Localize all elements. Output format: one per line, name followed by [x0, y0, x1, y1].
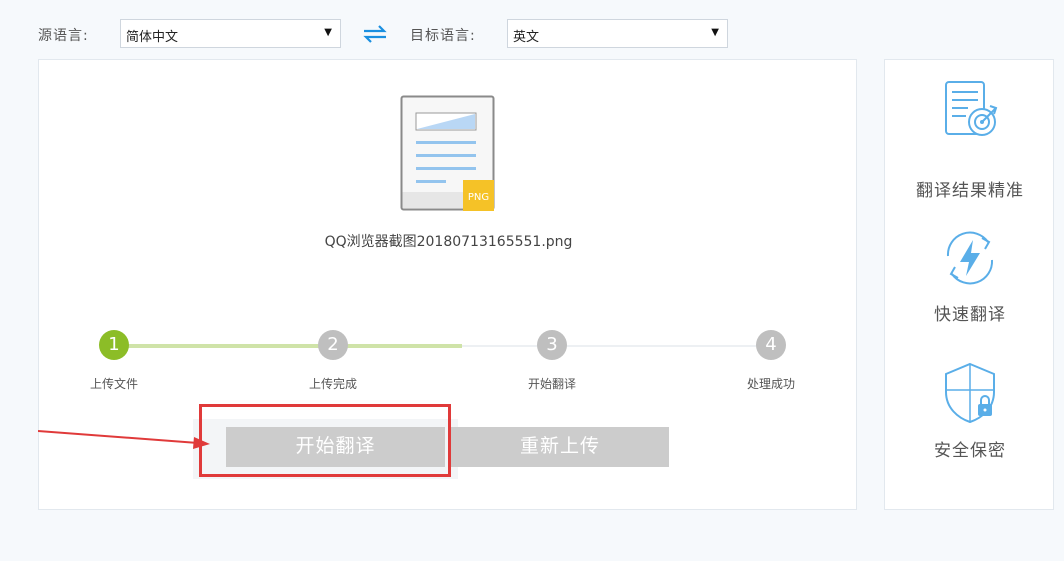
step-3-circle: 3 [537, 330, 567, 360]
feature-secure-label: 安全保密 [934, 441, 1006, 461]
feature-accurate: 翻译结果精准 [885, 78, 1055, 201]
step-4-circle: 4 [756, 330, 786, 360]
target-language-value: 英文 [513, 30, 540, 45]
step-1-circle: 1 [99, 330, 129, 360]
annotation-arrow-icon [38, 430, 210, 449]
png-file-icon: PNG [400, 95, 495, 211]
step-3-label: 开始翻译 [527, 377, 576, 391]
progress-steps: 1 上传文件 2 上传完成 3 开始翻译 4 处理成功 [39, 330, 858, 400]
source-language-select[interactable]: 简体中文 ▼ [120, 19, 341, 48]
swap-arrows-icon[interactable] [362, 24, 388, 44]
target-language-select[interactable]: 英文 ▼ [507, 19, 728, 48]
feature-fast: 快速翻译 [885, 226, 1055, 325]
annotation-highlight-box [199, 404, 451, 477]
progress-track-completed [114, 344, 462, 348]
step-2-label: 上传完成 [308, 377, 357, 391]
reupload-button[interactable]: 重新上传 [451, 427, 669, 467]
source-language-value: 简体中文 [126, 30, 179, 45]
feature-accurate-label: 翻译结果精准 [916, 181, 1024, 201]
progress-track-remaining [462, 345, 772, 347]
feature-secure: 安全保密 [885, 360, 1055, 461]
feature-fast-label: 快速翻译 [934, 305, 1006, 325]
file-type-badge: PNG [468, 192, 489, 203]
step-1-label: 上传文件 [89, 377, 138, 391]
language-bar: 源语言: 简体中文 ▼ 目标语言: 英文 ▼ [0, 18, 760, 50]
step-2-circle: 2 [318, 330, 348, 360]
target-language-label: 目标语言: [410, 28, 476, 44]
features-panel: 翻译结果精准 快速翻译 安全保密 [884, 59, 1054, 510]
file-name: QQ浏览器截图20180713165551.png [324, 234, 573, 250]
chevron-down-icon: ▼ [711, 27, 719, 38]
document-target-icon [945, 81, 998, 136]
step-4-label: 处理成功 [746, 377, 795, 391]
shield-lock-icon [945, 362, 995, 424]
lightning-refresh-icon [946, 231, 994, 285]
source-language-label: 源语言: [38, 28, 89, 44]
chevron-down-icon: ▼ [324, 27, 332, 38]
